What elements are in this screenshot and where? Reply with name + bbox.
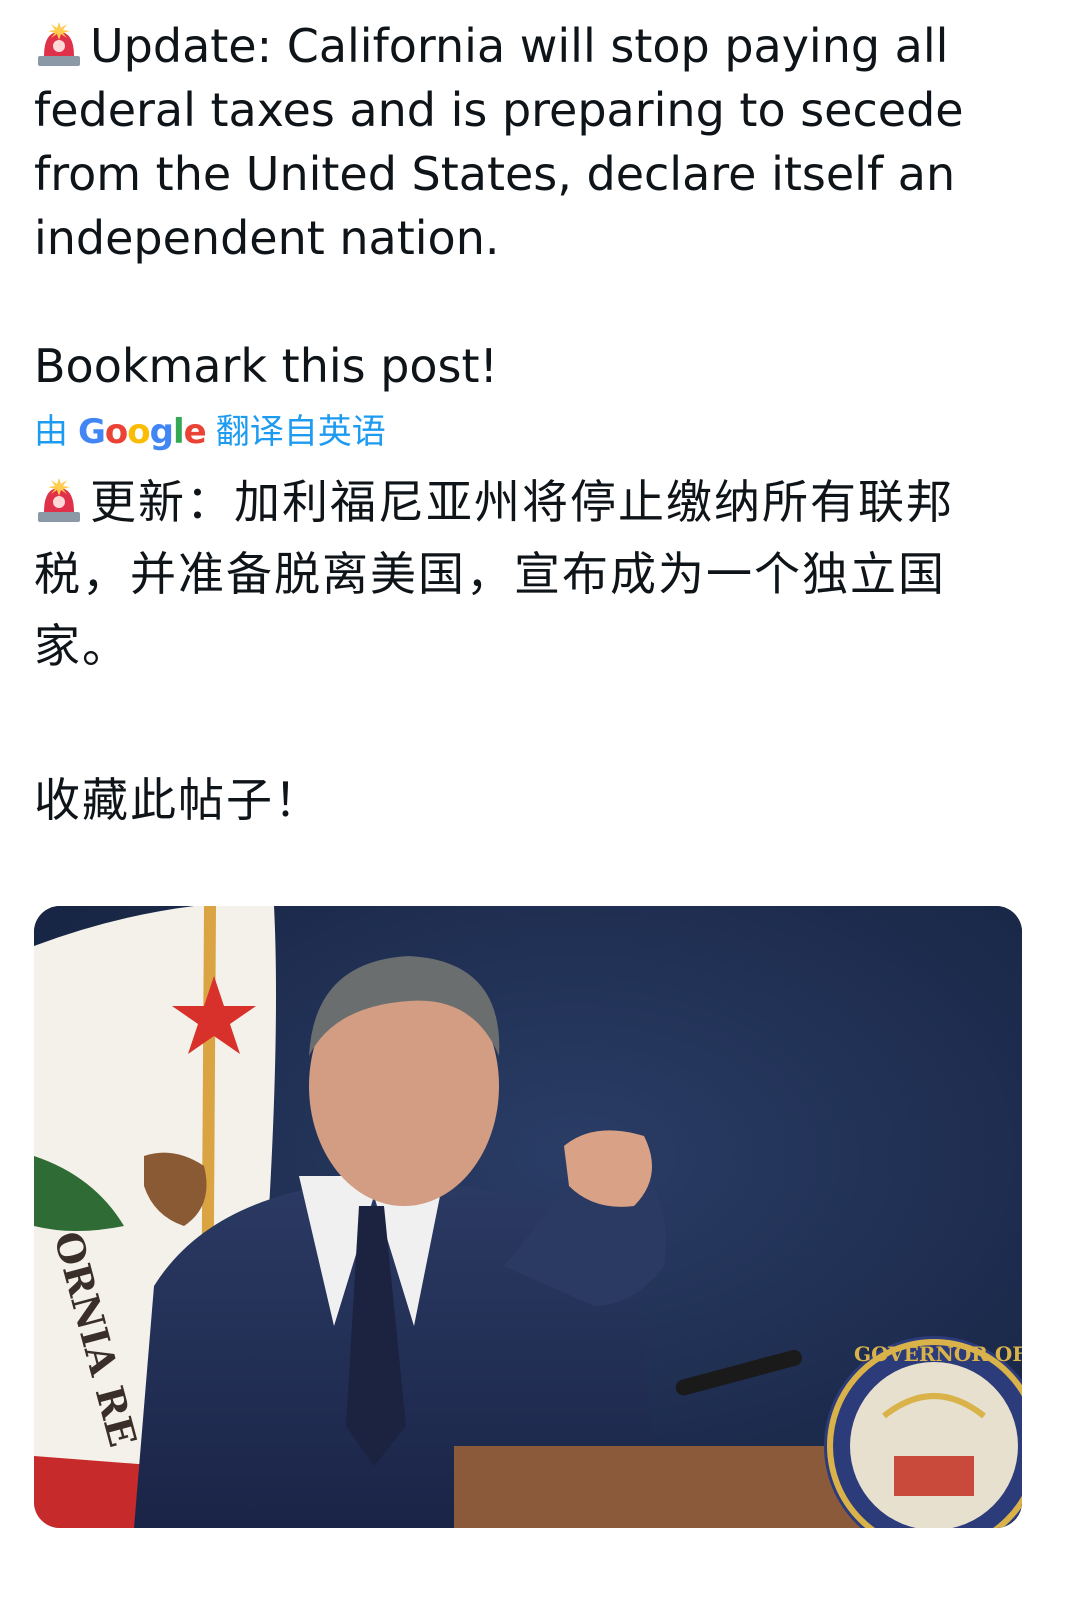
translate-suffix: 翻译自英语 <box>215 412 386 452</box>
post-text-line: independent nation. <box>34 211 500 265</box>
translated-by-google-link[interactable]: 由 Google 翻译自英语 <box>34 408 1044 456</box>
post-photo[interactable]: ORNIA RE GOVERNOR OF THE STATE OF <box>34 906 1022 1528</box>
tweet-body: Update: California will stop paying all f… <box>34 14 1044 836</box>
post-cta-english: Bookmark this post! <box>34 339 498 393</box>
post-text-english: Update: California will stop paying all f… <box>34 14 1044 270</box>
rotating-light-icon <box>34 472 84 522</box>
rotating-light-icon <box>34 18 84 68</box>
post-text-line: 更新：加利福尼亚州将停止缴纳所有联邦 <box>90 475 954 529</box>
post-cta-chinese: 收藏此帖子！ <box>34 773 322 827</box>
google-logo: Google <box>78 412 207 452</box>
post-text-line: Update: California will stop paying all <box>90 19 949 73</box>
post-text-line: 税，并准备脱离美国，宣布成为一个独立国 <box>34 547 946 601</box>
seal-text: GOVERNOR OF THE STATE OF <box>854 1342 1022 1366</box>
post-text-chinese: 更新：加利福尼亚州将停止缴纳所有联邦税，并准备脱离美国，宣布成为一个独立国 家。 <box>34 466 1044 682</box>
translate-prefix: 由 <box>34 412 68 452</box>
post-text-line: from the United States, declare itself a… <box>34 147 956 201</box>
photo-illustration: ORNIA RE GOVERNOR OF THE STATE OF <box>34 906 1022 1528</box>
post-text-line: 家。 <box>34 619 130 673</box>
governor-seal: GOVERNOR OF THE STATE OF <box>824 1336 1022 1528</box>
post-text-line: federal taxes and is preparing to secede <box>34 83 964 137</box>
